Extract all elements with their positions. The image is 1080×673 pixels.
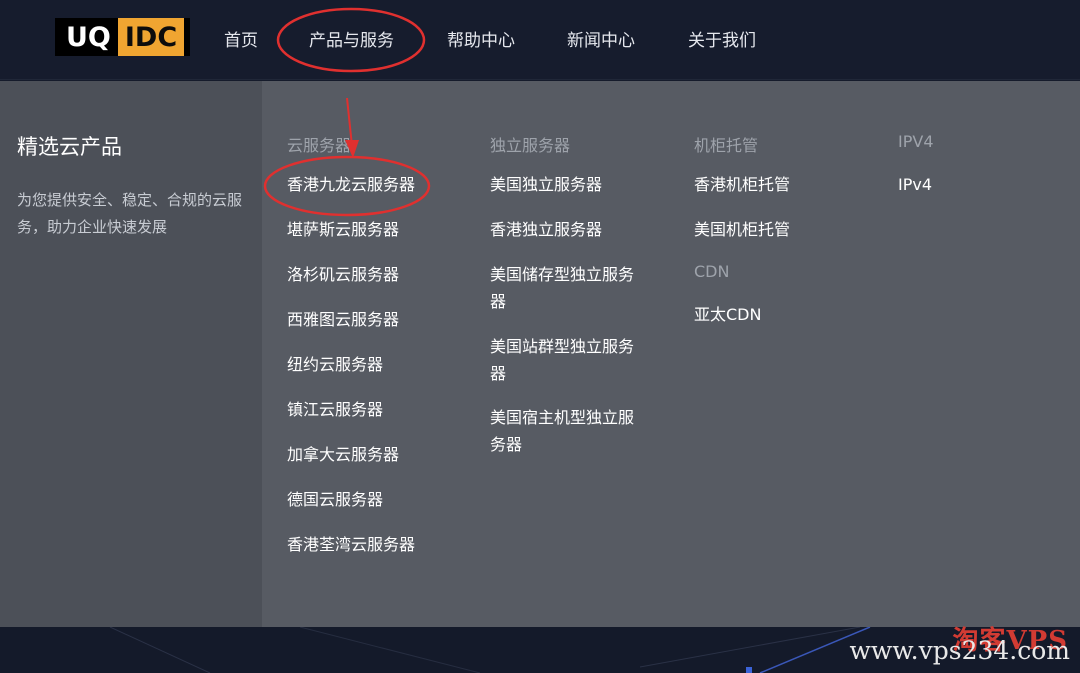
dropdown-description: 为您提供安全、稳定、合规的云服务，助力企业快速发展 — [17, 191, 243, 236]
logo-text-idc: IDC — [117, 18, 185, 56]
link-us-host-dedicated[interactable]: 美国宿主机型独立服务器 — [490, 404, 645, 458]
link-hk-colocation[interactable]: 香港机柜托管 — [694, 171, 790, 198]
link-hk-tsuenwan-cloud[interactable]: 香港荃湾云服务器 — [287, 531, 415, 558]
column-heading: 云服务器 — [287, 136, 352, 155]
logo-text-uq: UQ — [55, 18, 118, 56]
link-us-sitegroup-dedicated[interactable]: 美国站群型独立服务器 — [490, 333, 645, 387]
link-kansas-cloud[interactable]: 堪萨斯云服务器 — [287, 216, 399, 243]
uqidc-logo[interactable]: UQ IDC — [55, 18, 191, 56]
nav-news-center[interactable]: 新闻中心 — [567, 26, 635, 51]
link-us-storage-dedicated[interactable]: 美国储存型独立服务器 — [490, 261, 645, 315]
site-header: UQ IDC 首页 产品与服务 帮助中心 新闻中心 关于我们 — [0, 0, 1080, 80]
link-newyork-cloud[interactable]: 纽约云服务器 — [287, 351, 383, 378]
link-hk-kowloon-cloud[interactable]: 香港九龙云服务器 — [287, 171, 415, 198]
link-canada-cloud[interactable]: 加拿大云服务器 — [287, 441, 399, 468]
dropdown-intro-panel: 精选云产品 为您提供安全、稳定、合规的云服务，助力企业快速发展 — [0, 81, 262, 627]
link-ipv4[interactable]: IPv4 — [898, 171, 932, 198]
link-apac-cdn[interactable]: 亚太CDN — [694, 301, 761, 328]
link-zhenjiang-cloud[interactable]: 镇江云服务器 — [287, 396, 383, 423]
page: UQ IDC 首页 产品与服务 帮助中心 新闻中心 关于我们 精选云产品 为您提… — [0, 0, 1080, 673]
nav-products-services[interactable]: 产品与服务 — [309, 26, 394, 51]
link-germany-cloud[interactable]: 德国云服务器 — [287, 486, 383, 513]
column-heading-cdn: CDN — [694, 262, 730, 281]
watermark-url-text: www.vps234.com — [849, 636, 1070, 665]
nav-help-center[interactable]: 帮助中心 — [447, 26, 515, 51]
products-dropdown-menu: 精选云产品 为您提供安全、稳定、合规的云服务，助力企业快速发展 云服务器 香港九… — [0, 81, 1080, 627]
column-heading: 独立服务器 — [490, 136, 571, 155]
link-us-dedicated[interactable]: 美国独立服务器 — [490, 171, 645, 198]
link-la-cloud[interactable]: 洛杉矶云服务器 — [287, 261, 399, 288]
column-heading: IPV4 — [898, 132, 934, 151]
nav-about-us[interactable]: 关于我们 — [688, 26, 756, 51]
link-seattle-cloud[interactable]: 西雅图云服务器 — [287, 306, 399, 333]
logo-end-block — [184, 18, 191, 56]
link-hk-dedicated[interactable]: 香港独立服务器 — [490, 216, 645, 243]
column-heading: 机柜托管 — [694, 136, 759, 155]
nav-home[interactable]: 首页 — [224, 26, 258, 51]
link-us-colocation[interactable]: 美国机柜托管 — [694, 216, 790, 243]
dropdown-title: 精选云产品 — [17, 135, 122, 159]
